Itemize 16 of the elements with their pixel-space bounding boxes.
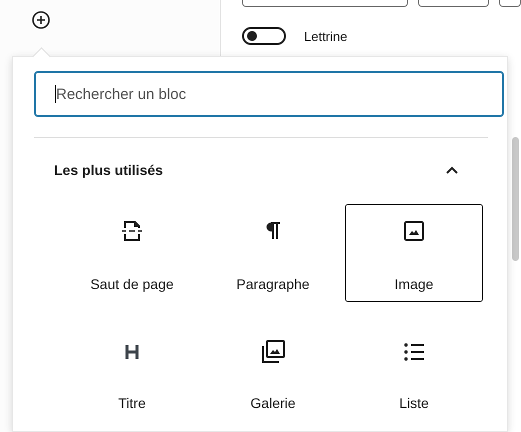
gallery-icon xyxy=(260,339,286,365)
collapse-chevron-icon[interactable] xyxy=(445,165,459,175)
section-title: Les plus utilisés xyxy=(54,162,163,178)
block-item[interactable]: Image xyxy=(345,204,483,302)
image-icon xyxy=(403,220,425,242)
setting-label: Lettrine xyxy=(304,28,348,44)
pilcrow-icon xyxy=(265,221,281,241)
scrollbar[interactable] xyxy=(512,137,519,261)
search-field[interactable]: Rechercher un bloc xyxy=(34,71,504,117)
page-break-icon xyxy=(121,219,143,243)
field-edge xyxy=(499,0,521,7)
toggle-switch[interactable] xyxy=(242,27,286,45)
field-edge xyxy=(418,0,489,7)
add-block-icon[interactable] xyxy=(31,10,51,30)
heading-icon xyxy=(124,343,140,361)
list-icon xyxy=(402,341,426,363)
